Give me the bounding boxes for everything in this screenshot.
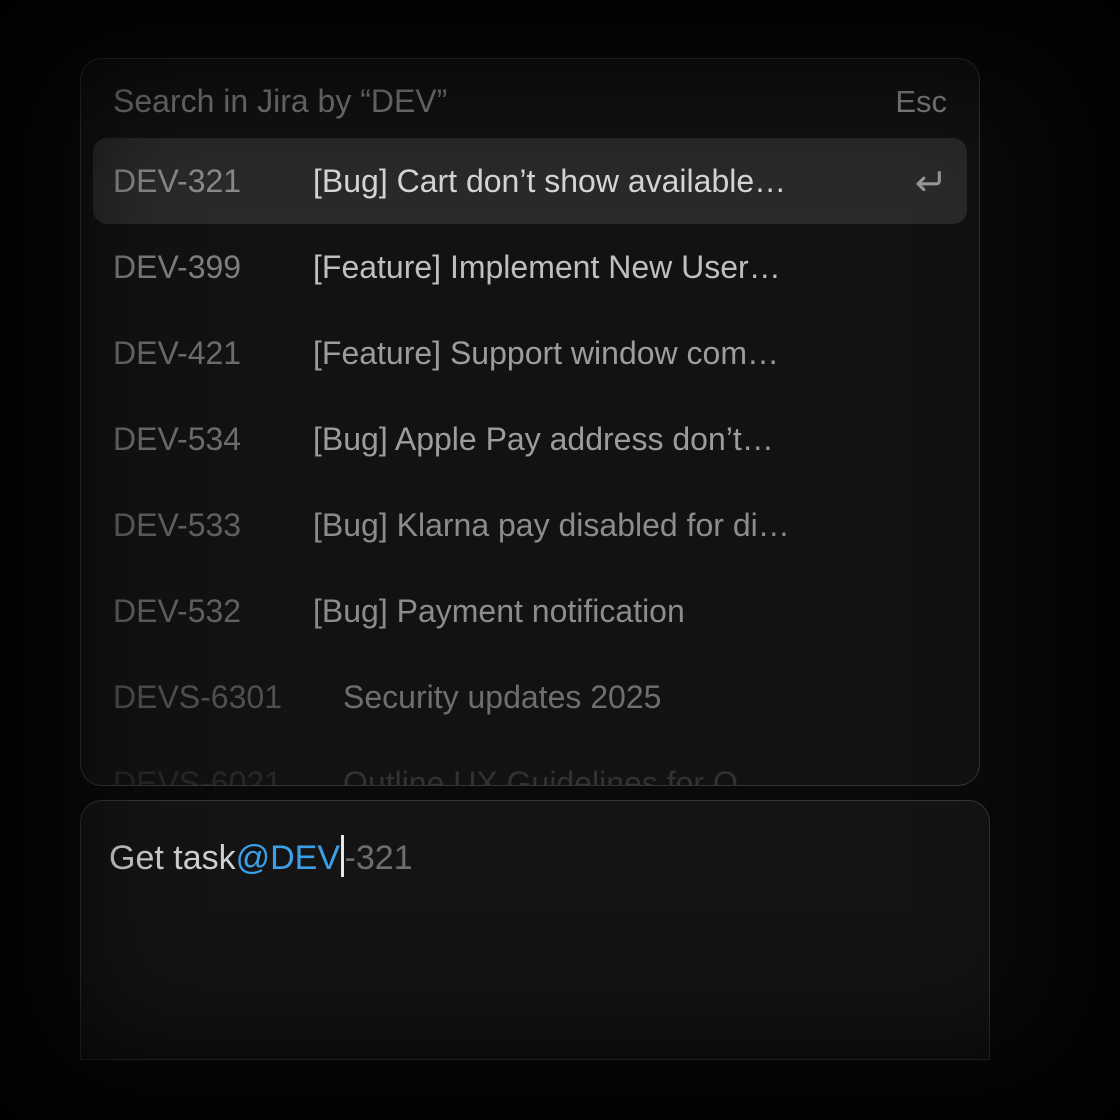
result-title: Outline UX Guidelines for Q…: [343, 765, 947, 787]
enter-icon: [911, 164, 945, 198]
result-item[interactable]: DEV-533[Bug] Klarna pay disabled for di…: [93, 482, 967, 568]
result-item[interactable]: DEV-421[Feature] Support window com…: [93, 310, 967, 396]
result-item[interactable]: DEV-321[Bug] Cart don’t show available…: [93, 138, 967, 224]
result-title: [Bug] Apple Pay address don’t…: [313, 421, 947, 458]
result-item[interactable]: DEVS-6301Security updates 2025: [93, 654, 967, 740]
result-title: [Bug] Klarna pay disabled for di…: [313, 507, 947, 544]
result-title: [Feature] Implement New User…: [313, 249, 947, 286]
esc-hint[interactable]: Esc: [895, 84, 947, 120]
result-item[interactable]: DEV-532[Bug] Payment notification: [93, 568, 967, 654]
results-list: DEV-321[Bug] Cart don’t show available…D…: [81, 138, 979, 786]
result-item[interactable]: DEV-399[Feature] Implement New User…: [93, 224, 967, 310]
result-title: [Bug] Payment notification: [313, 593, 947, 630]
result-id: DEV-533: [113, 507, 313, 544]
result-id: DEV-399: [113, 249, 313, 286]
result-title: [Bug] Cart don’t show available…: [313, 163, 947, 200]
result-id: DEV-532: [113, 593, 313, 630]
result-id: DEV-534: [113, 421, 313, 458]
result-title: [Feature] Support window com…: [313, 335, 947, 372]
command-input-content[interactable]: Get task @DEV-321: [109, 837, 961, 879]
jira-search-popup: Search in Jira by “DEV” Esc DEV-321[Bug]…: [80, 58, 980, 786]
input-mention: @DEV: [236, 839, 340, 878]
result-id: DEV-321: [113, 163, 313, 200]
result-item[interactable]: DEV-534[Bug] Apple Pay address don’t…: [93, 396, 967, 482]
result-title: Security updates 2025: [343, 679, 947, 716]
command-input-panel[interactable]: Get task @DEV-321: [80, 800, 990, 1060]
text-cursor: [341, 835, 344, 877]
result-id: DEV-421: [113, 335, 313, 372]
result-item[interactable]: DEVS-6021Outline UX Guidelines for Q…: [93, 740, 967, 786]
popup-header-label: Search in Jira by “DEV”: [113, 83, 447, 120]
input-suggestion-suffix: -321: [345, 839, 413, 878]
result-id: DEVS-6021: [113, 765, 343, 787]
popup-header: Search in Jira by “DEV” Esc: [81, 59, 979, 138]
input-prefix-text: Get task: [109, 839, 236, 878]
result-id: DEVS-6301: [113, 679, 343, 716]
